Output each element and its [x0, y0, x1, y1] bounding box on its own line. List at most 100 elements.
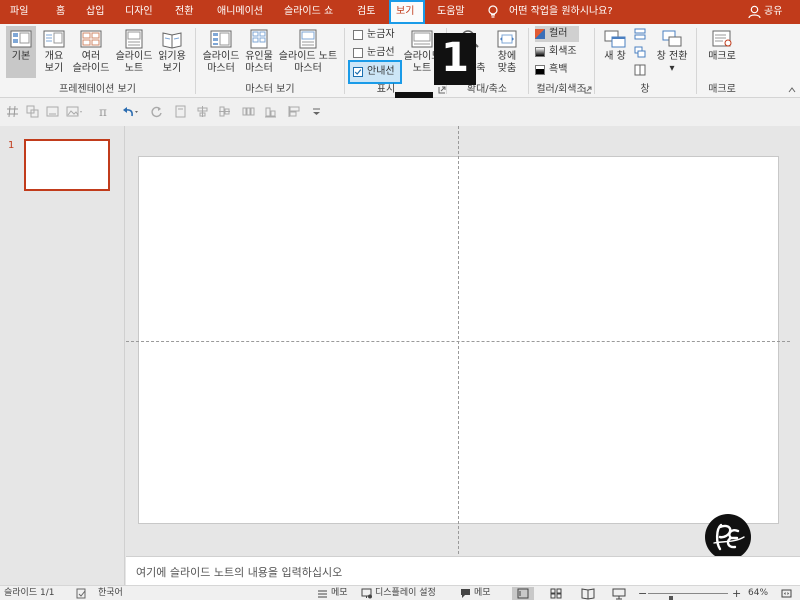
fit-to-window-label-2: 맞춤	[497, 63, 517, 74]
switch-windows-icon	[662, 30, 682, 47]
slide-thumbnail-number: 1	[8, 140, 15, 151]
slide-sorter-icon	[80, 30, 102, 48]
language-indicator[interactable]: 한국어	[98, 586, 123, 600]
slide-master-button[interactable]: 슬라이드 마스터	[199, 26, 243, 82]
tab-file[interactable]: 파일	[10, 0, 28, 24]
checkmark-icon[interactable]	[353, 67, 363, 77]
reading-view-status-icon[interactable]	[577, 587, 599, 600]
new-window-button[interactable]: 새 창	[598, 26, 632, 82]
equation-icon[interactable]: π	[98, 105, 111, 118]
tab-animations[interactable]: 애니메이션	[217, 0, 263, 24]
reading-view-button[interactable]: 읽기용 보기	[155, 26, 189, 82]
logo	[705, 514, 751, 560]
outline-view-label-2: 보기	[44, 63, 64, 74]
group-label-master-views: 마스터 보기	[245, 84, 295, 95]
notes-page-button[interactable]: 슬라이드 노트	[113, 26, 155, 82]
cascade-icon[interactable]	[634, 46, 646, 58]
align-middle-icon[interactable]	[218, 105, 231, 118]
notes-master-icon	[299, 29, 317, 49]
callout-badge-1: 1	[434, 33, 476, 85]
hash-grid-icon[interactable]	[6, 105, 19, 118]
guides-checkbox[interactable]: 안내선	[348, 60, 402, 84]
group-label-macros: 매크로	[708, 84, 736, 95]
tab-transitions[interactable]: 전환	[175, 0, 193, 24]
align-bottom-icon[interactable]	[264, 105, 277, 118]
notes-toggle-icon[interactable]	[317, 588, 328, 599]
horizontal-guide[interactable]	[126, 341, 790, 342]
fit-to-window-button[interactable]: 창에 맞춤	[490, 26, 524, 82]
zoom-slider[interactable]	[648, 593, 728, 600]
notes-pane[interactable]: 여기에 슬라이드 노트의 내용을 입력하십시오	[126, 556, 800, 585]
arrange-all-icon[interactable]	[634, 28, 646, 40]
distribute-icon[interactable]	[242, 105, 255, 118]
tab-design[interactable]: 디자인	[125, 0, 153, 24]
gridlines-checkbox[interactable]: 눈금선	[353, 46, 399, 60]
switch-windows-button[interactable]: 창 전환 ▾	[652, 26, 692, 82]
tell-me-search[interactable]: 어떤 작업을 원하시나요?	[509, 0, 613, 24]
slide-sorter-status-icon[interactable]	[545, 587, 567, 600]
tab-home[interactable]: 홈	[56, 0, 65, 24]
collapse-ribbon-icon[interactable]	[788, 86, 796, 94]
spell-check-icon[interactable]	[76, 588, 87, 599]
notes-page-label-2: 노트	[124, 63, 144, 74]
color-swatch	[535, 29, 545, 39]
zoom-in-button[interactable]: +	[732, 586, 741, 600]
color-label: 컬러	[549, 28, 568, 39]
ruler-checkbox-box[interactable]	[353, 30, 363, 40]
tab-view[interactable]: 보기	[389, 0, 425, 24]
notes-pane-icon	[411, 30, 433, 48]
share-label: 공유	[764, 6, 783, 17]
powerpoint-window: 파일 홈 삽입 디자인 전환 애니메이션 슬라이드 쇼 검토 보기 도움말 어떤…	[0, 0, 800, 600]
align-left-icon[interactable]	[288, 105, 301, 118]
gridlines-checkbox-box[interactable]	[353, 48, 363, 58]
switch-windows-label: 창 전환	[656, 51, 688, 62]
display-settings-icon[interactable]	[361, 588, 372, 599]
fit-slide-icon[interactable]	[781, 588, 792, 599]
ruler-checkbox[interactable]: 눈금자	[353, 28, 399, 42]
slide-show-status-icon[interactable]	[608, 587, 630, 600]
display-settings-label[interactable]: 디스플레이 설정	[375, 586, 436, 600]
tab-review[interactable]: 검토	[357, 0, 375, 24]
outline-view-button[interactable]: 개요 보기	[38, 26, 70, 82]
slide-thumbnail-pane: 1	[0, 126, 125, 585]
handout-master-button[interactable]: 유인물 마스터	[243, 26, 275, 82]
grayscale-option[interactable]: 회색조	[535, 44, 585, 60]
tab-slide-show[interactable]: 슬라이드 쇼	[284, 0, 333, 24]
vertical-guide[interactable]	[458, 126, 459, 554]
slide-sorter-button[interactable]: 여러 슬라이드	[70, 26, 112, 82]
normal-view-button[interactable]: 기본	[6, 26, 36, 78]
copy-format-icon[interactable]	[26, 105, 39, 118]
zoom-out-button[interactable]: −	[638, 586, 647, 600]
customize-toolbar-icon[interactable]	[312, 105, 321, 118]
normal-view-status-icon[interactable]	[512, 587, 534, 600]
macros-button[interactable]: 매크로	[702, 26, 742, 82]
redo-icon[interactable]	[150, 105, 163, 118]
dialog-launcher-icon[interactable]	[438, 86, 446, 94]
comment-icon[interactable]	[460, 588, 471, 599]
save-icon[interactable]	[174, 105, 187, 118]
new-slide-icon[interactable]	[46, 105, 59, 118]
slide-thumbnail[interactable]	[24, 139, 110, 191]
status-bar: 슬라이드 1/1 한국어 메모 디스플레이 설정 메모 − + 64%	[0, 585, 800, 600]
comments-label[interactable]: 메모	[474, 586, 491, 600]
tab-insert[interactable]: 삽입	[86, 0, 104, 24]
dialog-launcher-icon[interactable]	[584, 86, 592, 94]
tab-help[interactable]: 도움말	[437, 0, 465, 24]
lightbulb-icon[interactable]	[487, 5, 499, 19]
picture-icon[interactable]	[66, 105, 84, 118]
grayscale-label: 회색조	[549, 46, 577, 57]
undo-icon[interactable]	[120, 105, 140, 118]
move-split-icon[interactable]	[634, 64, 646, 76]
notes-master-button[interactable]: 슬라이드 노트 마스터	[275, 26, 341, 82]
zoom-level[interactable]: 64%	[748, 586, 768, 600]
zoom-slider-thumb[interactable]	[669, 596, 673, 600]
slide-sorter-label-2: 슬라이드	[72, 63, 110, 74]
new-window-label: 새 창	[604, 51, 626, 62]
ruler-label: 눈금자	[367, 29, 395, 40]
color-option[interactable]: 컬러	[535, 26, 579, 42]
notes-status-label[interactable]: 메모	[331, 586, 348, 600]
black-and-white-option[interactable]: 흑백	[535, 62, 579, 78]
slide-sorter-label-1: 여러	[81, 51, 101, 62]
chevron-down-icon: ▾	[669, 63, 675, 74]
align-center-icon[interactable]	[196, 105, 209, 118]
